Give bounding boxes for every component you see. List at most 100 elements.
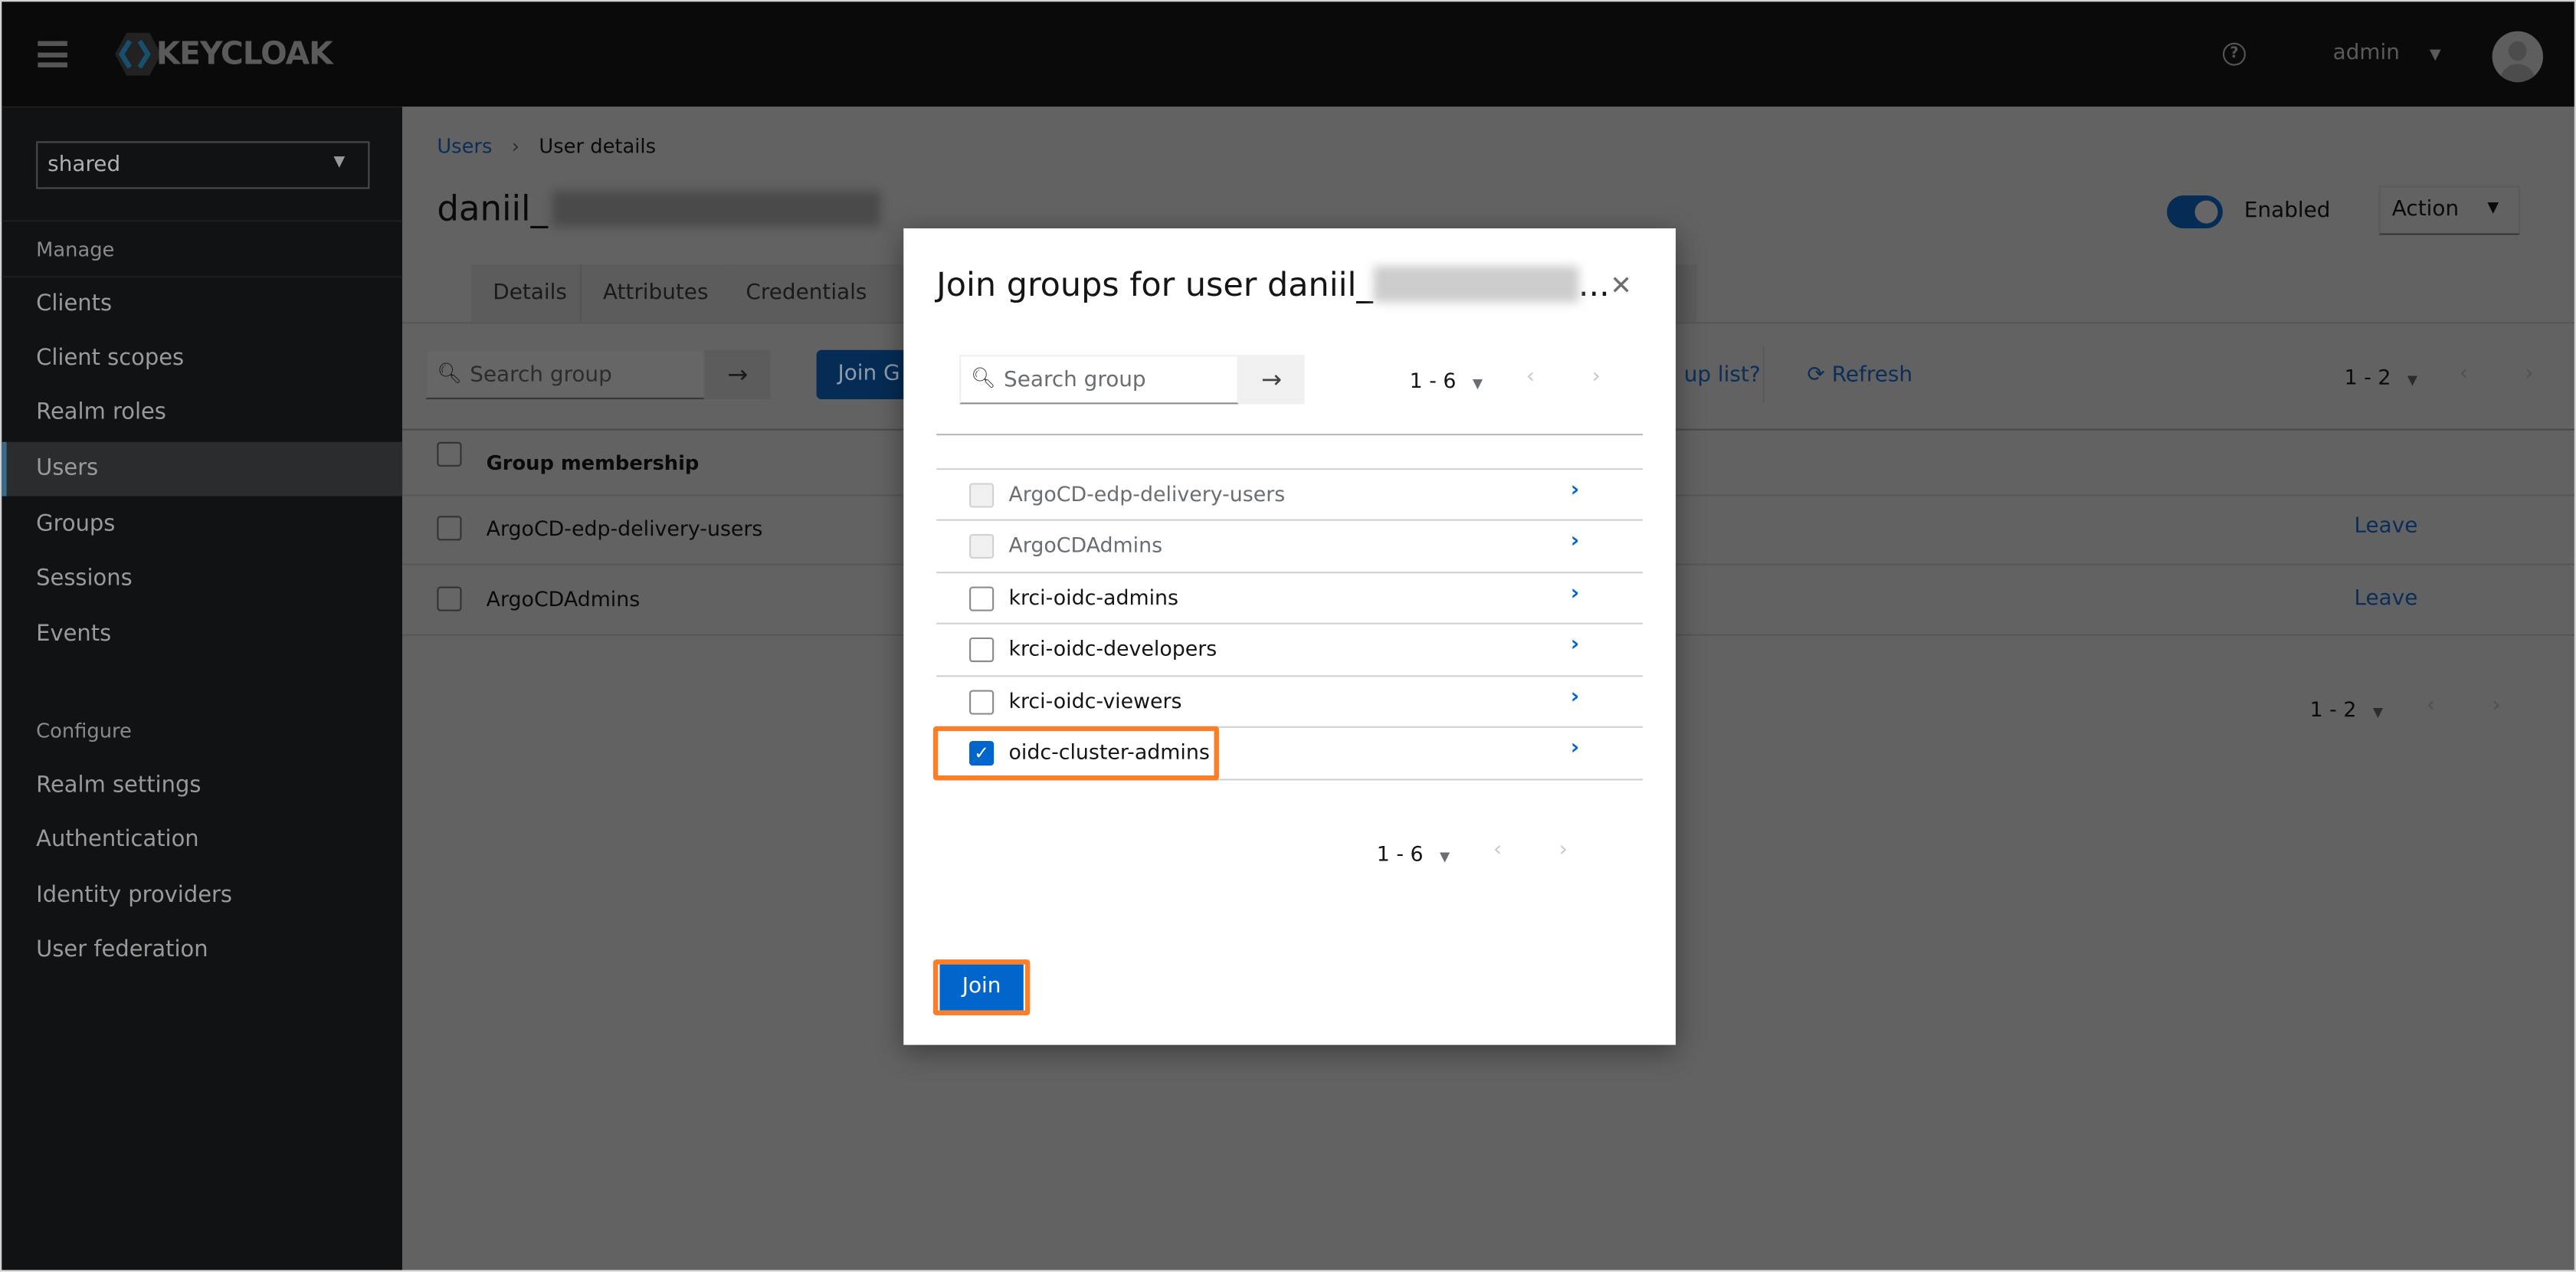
avatar[interactable] [2492,31,2544,83]
group-checkbox [969,533,995,559]
title-ellipsis: ... [1578,264,1610,304]
group-name: ArgoCD-edp-delivery-users [1008,481,1286,507]
modal-search-submit-button[interactable]: → [1238,355,1305,405]
breadcrumb-users-link[interactable]: Users [437,135,492,158]
realm-selector[interactable]: shared ▼ [36,141,370,189]
caret-down-icon: ▼ [2407,372,2418,388]
leave-button[interactable]: Leave [2354,586,2417,611]
search-icon: 🔍︎ [437,361,462,385]
previous-page-icon[interactable]: ‹ [2427,693,2435,718]
modal-title: Join groups for user daniil_ ... [936,264,1610,303]
configure-section-label: Configure [36,720,132,743]
group-list-help-link[interactable]: up list? [1684,363,1761,388]
user-name: admin [2332,41,2400,66]
sidebar-item-events[interactable]: Events [2,608,402,662]
chevron-right-icon[interactable]: › [1571,582,1579,606]
close-icon[interactable]: ✕ [1610,270,1632,301]
sidebar: shared ▼ Manage Clients Client scopes Re… [2,107,403,1270]
next-page-icon[interactable]: › [1559,838,1568,862]
sidebar-item-identity-providers[interactable]: Identity providers [2,869,402,923]
modal-bottom-pagination-toggle[interactable]: 1 - 6 ▼ [1377,841,1450,866]
group-checkbox [969,483,995,508]
arrow-right-icon: → [1261,364,1283,395]
group-row[interactable]: ArgoCD-edp-delivery-users › [936,468,1644,521]
keycloak-logo-icon [115,32,162,76]
page-title: daniil_ [437,189,880,228]
refresh-button[interactable]: ⟳ Refresh [1807,363,1913,388]
action-dropdown[interactable]: Action ▼ [2378,185,2521,235]
select-all-checkbox[interactable] [437,441,462,467]
group-name: ArgoCDAdmins [1008,532,1163,557]
keycloak-logo[interactable]: KEYCLOAK [113,31,333,77]
modal-group-search-input[interactable]: 🔍︎ Search group [959,355,1239,405]
chevron-right-icon[interactable]: › [1571,685,1579,710]
sidebar-item-users[interactable]: Users [2,441,403,497]
tab-details[interactable]: Details [471,264,582,323]
breadcrumb: Users › User details [437,135,656,158]
group-checkbox[interactable] [969,637,995,663]
highlight-selected-group [932,726,1219,781]
next-page-icon[interactable]: › [2525,362,2533,386]
sidebar-item-realm-roles[interactable]: Realm roles [2,386,402,441]
sidebar-item-authentication[interactable]: Authentication [2,813,402,867]
modal-title-text: Join groups for user daniil_ [936,264,1373,304]
enabled-toggle[interactable] [2167,195,2223,229]
tab-attributes[interactable]: Attributes [582,264,732,323]
group-row[interactable]: krci-oidc-admins › [936,572,1644,625]
brand-name: KEYCLOAK [156,36,333,73]
previous-page-icon[interactable]: ‹ [1493,838,1502,862]
help-icon[interactable]: ? [2222,42,2246,66]
next-page-icon[interactable]: › [2492,693,2501,718]
group-checkbox[interactable] [969,690,995,715]
previous-page-icon[interactable]: ‹ [1526,365,1535,389]
group-search-input[interactable]: 🔍︎ Search group [425,349,705,400]
group-name: krci-oidc-admins [1008,585,1178,610]
redacted-email [551,190,880,227]
chevron-right-icon[interactable]: › [1571,529,1579,553]
leave-button[interactable]: Leave [2354,514,2417,539]
chevron-right-icon[interactable]: › [1571,478,1579,503]
caret-down-icon: ▼ [1472,375,1483,392]
chevron-right-icon[interactable]: › [1571,736,1579,761]
sidebar-item-clients[interactable]: Clients [2,277,402,332]
action-label: Action [2391,197,2460,222]
group-row[interactable]: krci-oidc-developers › [936,622,1644,676]
group-row[interactable]: krci-oidc-viewers › [936,675,1644,728]
sidebar-item-realm-settings[interactable]: Realm settings [2,759,402,814]
redacted-email [1372,266,1578,303]
caret-down-icon: ▼ [2372,704,2384,720]
group-checkbox[interactable] [969,586,995,611]
user-title-text: daniil_ [437,189,549,229]
join-groups-modal: Join groups for user daniil_ ... ✕ 🔍︎ Se… [903,228,1676,1045]
search-submit-button[interactable]: → [704,349,771,400]
arrow-right-icon: → [727,359,749,390]
pagination-range: 1 - 2 [2309,697,2357,722]
caret-down-icon: ▼ [2429,48,2441,64]
breadcrumb-separator-icon: › [511,134,520,158]
pagination-toggle[interactable]: 1 - 2 ▼ [2345,365,2417,389]
caret-down-icon: ▼ [2487,200,2499,218]
chevron-right-icon[interactable]: › [1571,632,1579,657]
search-placeholder: Search group [470,362,612,388]
sidebar-item-groups[interactable]: Groups [2,498,402,552]
pagination-range: 1 - 6 [1409,368,1457,393]
pagination-range: 1 - 6 [1376,841,1424,866]
group-row[interactable]: ArgoCDAdmins › [936,519,1644,572]
refresh-label: Refresh [1831,362,1913,388]
group-name: ArgoCDAdmins [486,586,641,611]
previous-page-icon[interactable]: ‹ [2460,362,2468,386]
next-page-icon[interactable]: › [1592,365,1601,389]
manage-section-label: Manage [36,238,115,261]
hamburger-menu-icon[interactable] [38,41,67,67]
tab-credentials[interactable]: Credentials [724,264,890,323]
row-checkbox[interactable] [437,516,462,541]
bottom-pagination-toggle[interactable]: 1 - 2 ▼ [2310,697,2383,721]
row-checkbox[interactable] [437,586,462,611]
sidebar-item-client-scopes[interactable]: Client scopes [2,332,402,386]
caret-down-icon: ▼ [333,154,346,171]
sidebar-item-user-federation[interactable]: User federation [2,923,402,978]
highlight-join-button [932,959,1031,1016]
modal-pagination-toggle[interactable]: 1 - 6 ▼ [1410,368,1483,392]
sidebar-item-sessions[interactable]: Sessions [2,552,402,606]
user-dropdown[interactable]: admin ▼ [2333,41,2441,66]
